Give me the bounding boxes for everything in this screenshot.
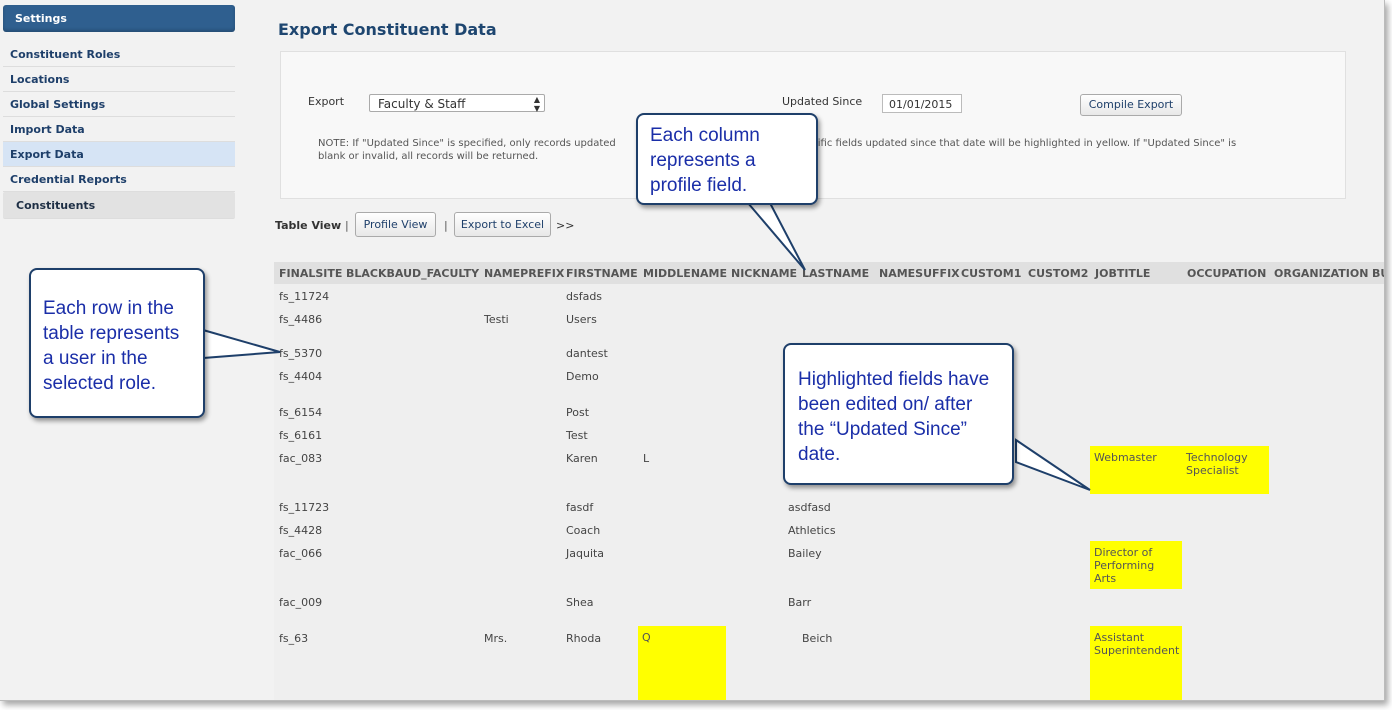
app-window: Settings Constituent Roles Locations Glo… <box>0 0 1385 701</box>
callout-pointers <box>202 202 1091 491</box>
callout-row: Each row in the table represents a user … <box>29 268 205 418</box>
callout-column: Each column represents a profile field. <box>636 113 818 205</box>
callout-highlight: Highlighted fields have been edited on/ … <box>783 343 1014 485</box>
